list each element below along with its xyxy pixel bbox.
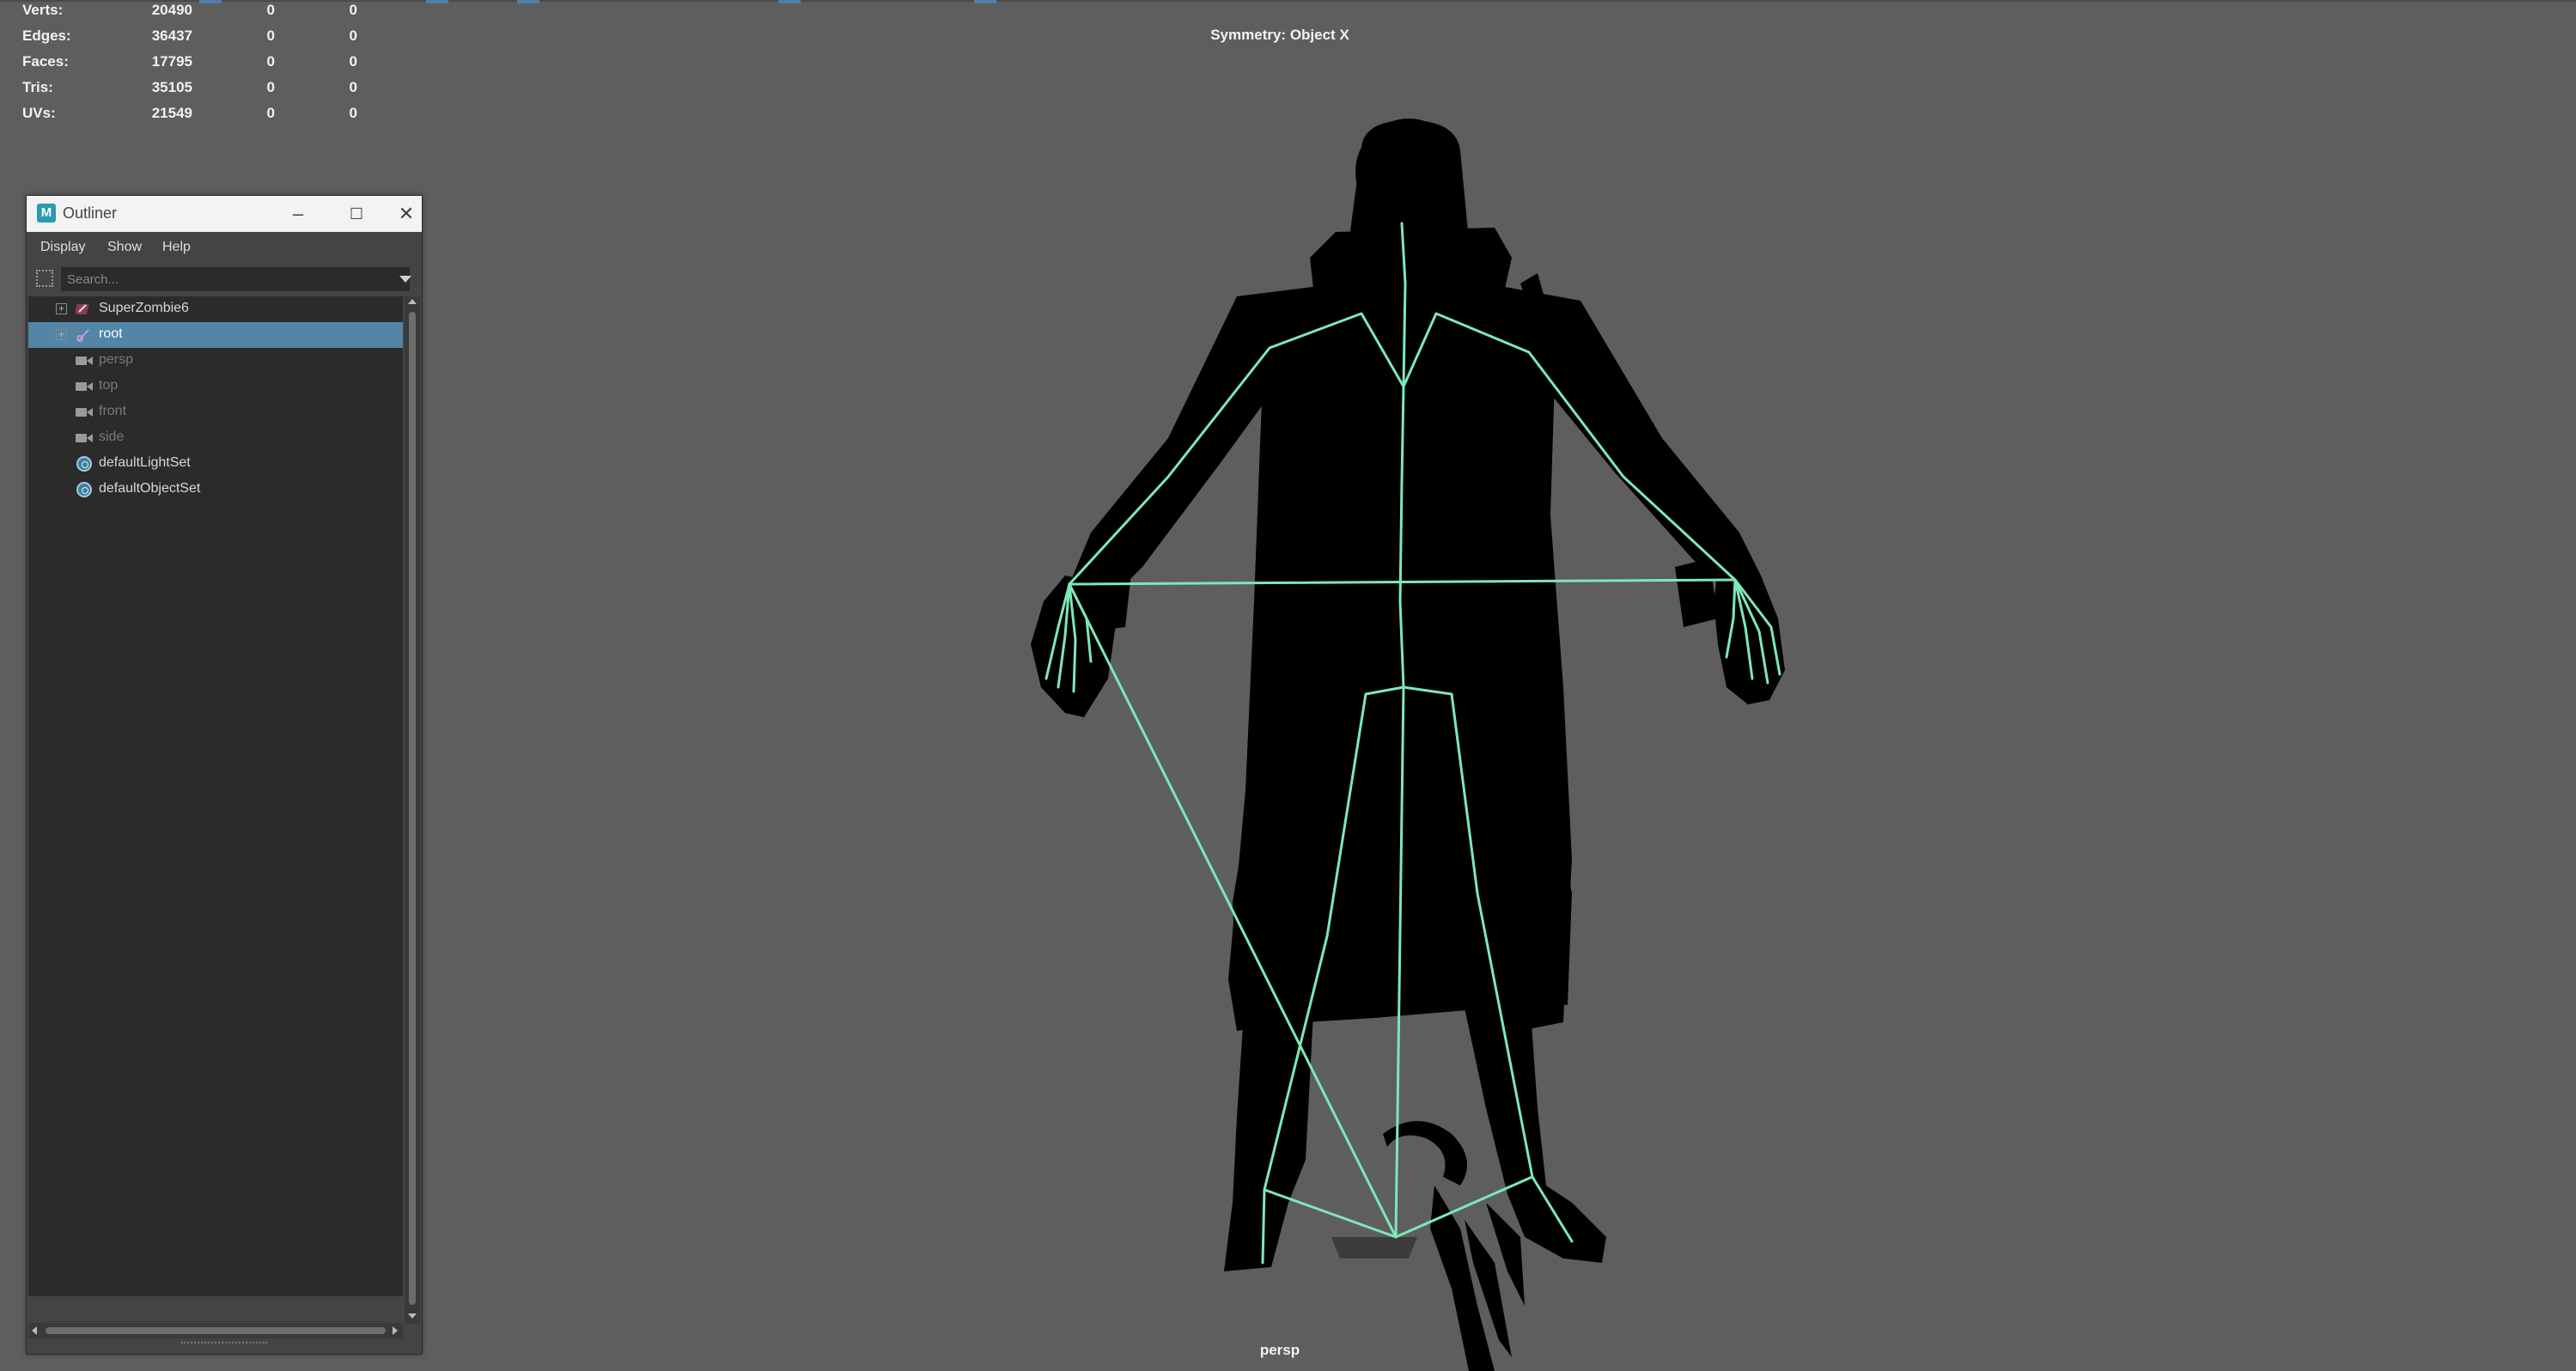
window-title: Outliner — [63, 204, 118, 222]
minimize-button[interactable]: – — [272, 196, 324, 232]
scrollbar-thumb[interactable] — [409, 312, 416, 1305]
horizontal-scrollbar[interactable] — [28, 1323, 403, 1338]
hud-value-total: 36437 — [151, 27, 192, 44]
joint-icon — [76, 329, 89, 342]
scroll-up-arrow-icon[interactable] — [408, 299, 417, 304]
maya-logo-icon: M — [37, 204, 56, 222]
tree-item-persp[interactable]: persp — [28, 348, 403, 374]
outliner-tree[interactable]: + SuperZombie6 + root persp top front si… — [28, 296, 403, 1296]
outliner-menubar: Display Show Help — [27, 232, 422, 263]
hud-label: Tris: — [22, 79, 53, 95]
hud-value-component: 0 — [349, 27, 357, 44]
scroll-right-arrow-icon[interactable] — [393, 1326, 398, 1335]
set-icon — [76, 482, 93, 497]
search-input[interactable] — [61, 267, 410, 291]
hud-value-component: 0 — [349, 53, 357, 70]
hud-value-component: 0 — [349, 2, 357, 18]
hud-value-selected: 0 — [266, 105, 275, 121]
scroll-left-arrow-icon[interactable] — [32, 1326, 37, 1335]
hud-value-total: 35105 — [151, 79, 192, 95]
hud-value-total: 17795 — [151, 53, 192, 70]
tree-item-label: front — [99, 404, 127, 418]
symmetry-status: Symmetry: Object X — [1210, 27, 1349, 43]
hud-value-total: 20490 — [151, 2, 192, 18]
camera-icon — [76, 379, 93, 394]
hud-value-component: 0 — [349, 79, 357, 95]
filter-icon[interactable] — [36, 270, 53, 287]
menu-display[interactable]: Display — [40, 240, 85, 255]
outliner-search-row — [27, 265, 422, 294]
hud-value-total: 21549 — [151, 105, 192, 121]
camera-label: persp — [1259, 1342, 1300, 1358]
hud-label: UVs: — [22, 105, 56, 121]
camera-icon — [76, 430, 93, 446]
camera-icon — [76, 353, 93, 369]
outliner-titlebar[interactable]: M Outliner – ☐ ✕ — [27, 196, 422, 232]
expand-icon[interactable]: + — [56, 329, 67, 340]
tree-item-label: side — [99, 430, 125, 444]
tree-item-side[interactable]: side — [28, 425, 403, 451]
outliner-window[interactable]: M Outliner – ☐ ✕ Display Show Help + Sup… — [26, 195, 423, 1355]
hud-label: Faces: — [22, 53, 69, 70]
close-button[interactable]: ✕ — [391, 196, 422, 232]
hud-row: Edges: 36437 0 0 — [22, 27, 366, 53]
maximize-button[interactable]: ☐ — [331, 196, 382, 232]
expand-icon[interactable]: + — [56, 303, 67, 314]
tree-item-superzombie6[interactable]: + SuperZombie6 — [28, 296, 403, 322]
tree-item-label: SuperZombie6 — [99, 301, 189, 315]
tree-item-label: persp — [99, 352, 134, 367]
hud-row: Verts: 20490 0 0 — [22, 2, 366, 27]
hud-row: Tris: 35105 0 0 — [22, 79, 366, 105]
tree-item-defaultlightset[interactable]: defaultLightSet — [28, 451, 403, 477]
hud-value-selected: 0 — [266, 2, 275, 18]
tree-item-label: defaultObjectSet — [99, 481, 201, 496]
scroll-down-arrow-icon[interactable] — [408, 1313, 417, 1319]
search-options-chevron-down-icon[interactable] — [399, 276, 411, 283]
character-mesh[interactable] — [1031, 119, 1785, 1371]
hud-row: Faces: 17795 0 0 — [22, 53, 366, 79]
mesh-group-icon — [76, 304, 89, 314]
set-icon — [76, 456, 93, 472]
tree-item-label: top — [99, 378, 119, 393]
menu-help[interactable]: Help — [162, 240, 191, 255]
scrollbar-thumb[interactable] — [46, 1327, 386, 1334]
hud-label: Verts: — [22, 2, 64, 18]
tree-item-root[interactable]: + root — [28, 322, 403, 348]
vertical-scrollbar[interactable] — [405, 296, 420, 1324]
tree-item-front[interactable]: front — [28, 399, 403, 425]
hud-label: Edges: — [22, 27, 71, 44]
hud-value-selected: 0 — [266, 27, 275, 44]
menu-show[interactable]: Show — [107, 240, 142, 255]
tree-item-label: defaultLightSet — [99, 455, 191, 470]
resize-grip[interactable] — [181, 1342, 267, 1347]
hud-value-selected: 0 — [266, 53, 275, 70]
tree-item-label: root — [99, 326, 123, 341]
tree-item-top[interactable]: top — [28, 374, 403, 399]
tree-item-defaultobjectset[interactable]: defaultObjectSet — [28, 477, 403, 503]
hud-value-component: 0 — [349, 105, 357, 121]
camera-icon — [76, 405, 93, 420]
hud-row: UVs: 21549 0 0 — [22, 105, 366, 131]
hud-value-selected: 0 — [266, 79, 275, 95]
